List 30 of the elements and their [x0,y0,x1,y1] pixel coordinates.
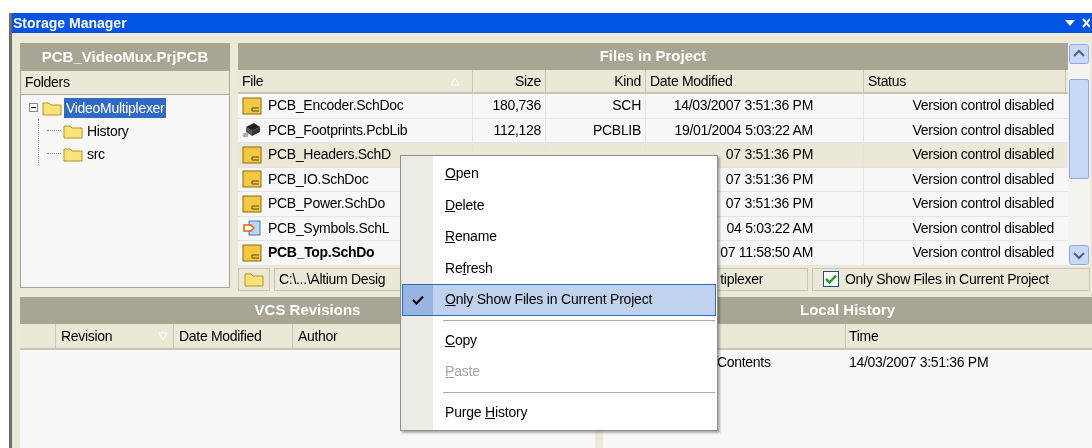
date-modified: 19/01/2004 5:03:22 AM [674,120,813,140]
file-status: Version control disabled [912,243,1054,263]
file-name: PCB_Symbols.SchL [268,218,390,238]
file-name: PCB_Power.SchDo [268,194,385,214]
date-modified: 14/03/2007 3:51:36 PM [673,96,813,116]
file-kind: SCH [612,96,641,116]
file-status: Version control disabled [912,169,1054,189]
date-modified: 07 3:51:36 PM [725,145,813,165]
file-size: 112,128 [493,120,541,140]
history-time: 14/03/2007 3:51:36 PM [848,352,989,372]
file-name: PCB_Footprints.PcbLib [268,120,408,140]
file-status: Version control disabled [912,120,1054,140]
file-name: PCB_Encoder.SchDoc [268,96,404,116]
file-name: PCB_IO.SchDoc [268,169,369,189]
panel-title: PCB_VideoMux.PrjPCB [21,44,229,71]
history-description: Contents [717,353,771,370]
file-status: Version control disabled [912,145,1054,165]
file-size: 180,736 [492,96,541,116]
window-title: Storage Manager [13,13,127,33]
file-status: Version control disabled [912,96,1054,116]
panel-title: Files in Project [238,43,1068,70]
date-modified: 07 3:51:36 PM [725,169,813,189]
file-status: Version control disabled [912,194,1054,214]
file-name: PCB_Headers.SchD [268,145,391,165]
date-modified: 07 3:51:36 PM [725,194,813,214]
file-name: PCB_Top.SchDo [268,243,375,263]
file-status: Version control disabled [912,218,1054,238]
date-modified: 04 5:03:22 AM [726,218,813,238]
file-kind: PCBLIB [593,120,641,140]
date-modified: 07 11:58:50 AM [720,243,813,263]
